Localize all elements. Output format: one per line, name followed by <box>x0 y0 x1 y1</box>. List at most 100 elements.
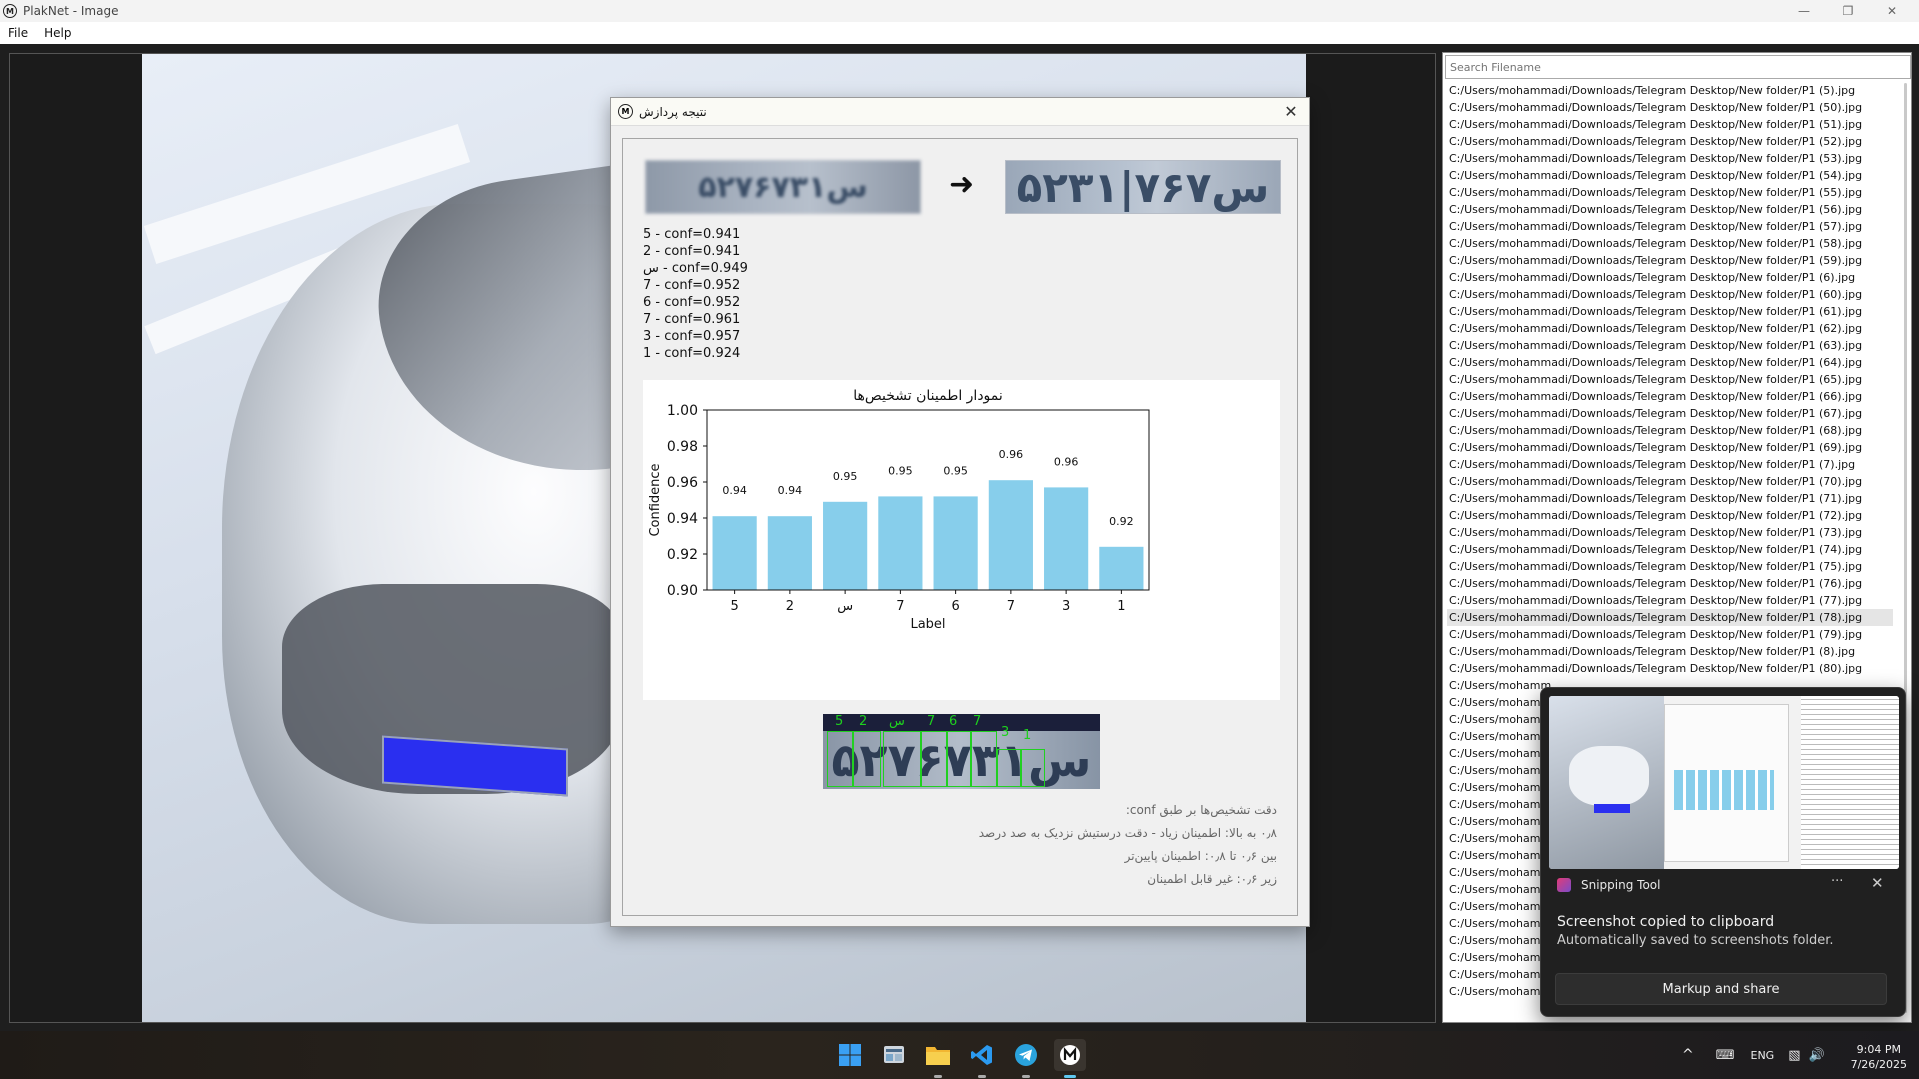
segment-label: س <box>889 714 905 729</box>
toast-close-icon[interactable]: ✕ <box>1871 874 1884 892</box>
file-list-item[interactable]: C:/Users/mohammadi/Downloads/Telegram De… <box>1447 507 1893 524</box>
file-list-item[interactable]: C:/Users/mohammadi/Downloads/Telegram De… <box>1447 609 1893 626</box>
file-list-item[interactable]: C:/Users/mohammadi/Downloads/Telegram De… <box>1447 99 1893 116</box>
dialog-title-bar: M نتیجه پردازش <box>611 98 1309 126</box>
file-list-item[interactable]: C:/Users/mohammadi/Downloads/Telegram De… <box>1447 660 1893 677</box>
y-tick-label: 1.00 <box>667 403 698 419</box>
chart-bar <box>1044 487 1089 590</box>
toast-submessage: Automatically saved to screenshots folde… <box>1557 933 1834 948</box>
file-list-item[interactable]: C:/Users/mohammadi/Downloads/Telegram De… <box>1447 422 1893 439</box>
menu-file[interactable]: File <box>0 26 36 40</box>
file-list-item[interactable]: C:/Users/mohammadi/Downloads/Telegram De… <box>1447 456 1893 473</box>
file-list-item[interactable]: C:/Users/mohammadi/Downloads/Telegram De… <box>1447 626 1893 643</box>
clock[interactable]: 9:04 PM 7/26/2025 <box>1851 1042 1907 1072</box>
segment-label: 3 <box>1001 725 1010 740</box>
x-tick-label: 6 <box>951 599 959 614</box>
y-tick-label: 0.96 <box>667 475 698 491</box>
segment-box <box>947 731 971 787</box>
segment-box <box>827 731 853 787</box>
file-list-item[interactable]: C:/Users/mohammadi/Downloads/Telegram De… <box>1447 286 1893 303</box>
file-list-item[interactable]: C:/Users/mohammadi/Downloads/Telegram De… <box>1447 184 1893 201</box>
snipping-tool-notification: Snipping Tool ··· ✕ Screenshot copied to… <box>1540 687 1906 1017</box>
bar-value-label: 0.92 <box>1109 515 1134 528</box>
chart-bar <box>933 496 978 590</box>
x-tick-label: 1 <box>1117 599 1125 614</box>
detection-list: 5 - conf=0.941 2 - conf=0.941 س - conf=0… <box>643 226 748 362</box>
file-list-item[interactable]: C:/Users/mohammadi/Downloads/Telegram De… <box>1447 592 1893 609</box>
running-indicator <box>978 1075 986 1078</box>
file-list-item[interactable]: C:/Users/mohammadi/Downloads/Telegram De… <box>1447 405 1893 422</box>
vscode-icon[interactable] <box>966 1039 998 1071</box>
segment-label: 2 <box>859 714 868 729</box>
keyboard-icon[interactable]: ⌨ <box>1716 1048 1735 1063</box>
file-list-item[interactable]: C:/Users/mohammadi/Downloads/Telegram De… <box>1447 252 1893 269</box>
file-list-item[interactable]: C:/Users/mohammadi/Downloads/Telegram De… <box>1447 541 1893 558</box>
file-list-item[interactable]: C:/Users/mohammadi/Downloads/Telegram De… <box>1447 558 1893 575</box>
file-list-item[interactable]: C:/Users/mohammadi/Downloads/Telegram De… <box>1447 575 1893 592</box>
windows-start-icon[interactable] <box>834 1039 866 1071</box>
file-list-item[interactable]: C:/Users/mohammadi/Downloads/Telegram De… <box>1447 388 1893 405</box>
file-list-item[interactable]: C:/Users/mohammadi/Downloads/Telegram De… <box>1447 269 1893 286</box>
screenshot-thumbnail[interactable] <box>1549 696 1899 869</box>
detection-item: 1 - conf=0.924 <box>643 346 741 361</box>
file-list-item[interactable]: C:/Users/mohammadi/Downloads/Telegram De… <box>1447 354 1893 371</box>
widgets-icon[interactable] <box>878 1039 910 1071</box>
file-list-item[interactable]: C:/Users/mohammadi/Downloads/Telegram De… <box>1447 116 1893 133</box>
file-list-item[interactable]: C:/Users/mohammadi/Downloads/Telegram De… <box>1447 303 1893 320</box>
file-list-item[interactable]: C:/Users/mohammadi/Downloads/Telegram De… <box>1447 82 1893 99</box>
more-options-icon[interactable]: ··· <box>1831 874 1843 889</box>
file-list-item[interactable]: C:/Users/mohammadi/Downloads/Telegram De… <box>1447 643 1893 660</box>
restore-icon[interactable]: ❐ <box>1828 0 1868 22</box>
network-icon[interactable]: ▧ <box>1788 1048 1800 1063</box>
file-list-item[interactable]: C:/Users/mohammadi/Downloads/Telegram De… <box>1447 218 1893 235</box>
file-list-item[interactable]: C:/Users/mohammadi/Downloads/Telegram De… <box>1447 524 1893 541</box>
confidence-notes: دقت تشخیص‌ها بر طبق conf: ۰٫۸ به بالا: ا… <box>717 799 1277 891</box>
file-list-item[interactable]: C:/Users/mohammadi/Downloads/Telegram De… <box>1447 371 1893 388</box>
telegram-icon[interactable] <box>1010 1039 1042 1071</box>
running-indicator <box>1022 1075 1030 1078</box>
volume-icon[interactable]: 🔊 <box>1809 1048 1825 1063</box>
file-list-item[interactable]: C:/Users/mohammadi/Downloads/Telegram De… <box>1447 133 1893 150</box>
note-line: ۰٫۸ به بالا: اطمینان زیاد - دقت درستیش ن… <box>978 826 1277 840</box>
file-list-item[interactable]: C:/Users/mohammadi/Downloads/Telegram De… <box>1447 201 1893 218</box>
segment-box <box>1021 749 1045 787</box>
file-list-item[interactable]: C:/Users/mohammadi/Downloads/Telegram De… <box>1447 167 1893 184</box>
bar-value-label: 0.96 <box>1054 455 1079 468</box>
plaknet-icon[interactable] <box>1054 1039 1086 1071</box>
result-dialog: M نتیجه پردازش ✕ ۵۲س۷۶۷۳۱ ➜ ۵۲س۷۶۷|۳۱ 5 … <box>610 97 1310 927</box>
detection-item: 5 - conf=0.941 <box>643 227 741 242</box>
search-filename-input[interactable] <box>1445 55 1911 79</box>
menu-help[interactable]: Help <box>36 26 79 40</box>
confidence-chart: نمودار اطمینان تشخیص‌ها 0.94 5 0.94 2 0.95 س 0.… <box>643 380 1280 700</box>
file-list-item[interactable]: C:/Users/mohammadi/Downloads/Telegram De… <box>1447 337 1893 354</box>
thumbnail-file-list <box>1801 696 1899 869</box>
detection-item: س - conf=0.949 <box>643 261 748 276</box>
output-plate-image: ۵۲س۷۶۷|۳۱ <box>1005 160 1281 214</box>
file-list-item[interactable]: C:/Users/mohammadi/Downloads/Telegram De… <box>1447 439 1893 456</box>
toast-header: Snipping Tool <box>1557 878 1660 892</box>
active-indicator <box>1064 1075 1076 1078</box>
file-explorer-icon[interactable] <box>922 1039 954 1071</box>
file-list-item[interactable]: C:/Users/mohammadi/Downloads/Telegram De… <box>1447 150 1893 167</box>
segment-box <box>997 749 1021 787</box>
y-tick-label: 0.94 <box>667 511 698 527</box>
markup-and-share-button[interactable]: Markup and share <box>1555 973 1887 1005</box>
language-indicator[interactable]: ENG <box>1751 1049 1775 1062</box>
close-window-icon[interactable]: ✕ <box>1872 0 1912 22</box>
file-list-item[interactable]: C:/Users/mohammadi/Downloads/Telegram De… <box>1447 320 1893 337</box>
widgets-glyph <box>884 1046 904 1063</box>
detection-item: 3 - conf=0.957 <box>643 329 741 344</box>
segment-label: 6 <box>949 714 958 729</box>
file-list-item[interactable]: C:/Users/mohammadi/Downloads/Telegram De… <box>1447 473 1893 490</box>
file-list-item[interactable]: C:/Users/mohammadi/Downloads/Telegram De… <box>1447 490 1893 507</box>
chart-bar <box>823 501 868 590</box>
file-list-item[interactable]: C:/Users/mohammadi/Downloads/Telegram De… <box>1447 235 1893 252</box>
y-axis-label: Confidence <box>648 463 663 536</box>
segment-box <box>853 731 881 787</box>
minimize-icon[interactable]: — <box>1784 0 1824 22</box>
snipping-tool-icon <box>1557 878 1571 892</box>
confidence-chart-svg: نمودار اطمینان تشخیص‌ها 0.94 5 0.94 2 0.95 س 0.… <box>648 388 1150 632</box>
app-logo-icon: M <box>3 4 17 18</box>
tray-overflow-icon[interactable]: ^ <box>1682 1047 1694 1063</box>
dialog-close-icon[interactable]: ✕ <box>1281 102 1301 122</box>
